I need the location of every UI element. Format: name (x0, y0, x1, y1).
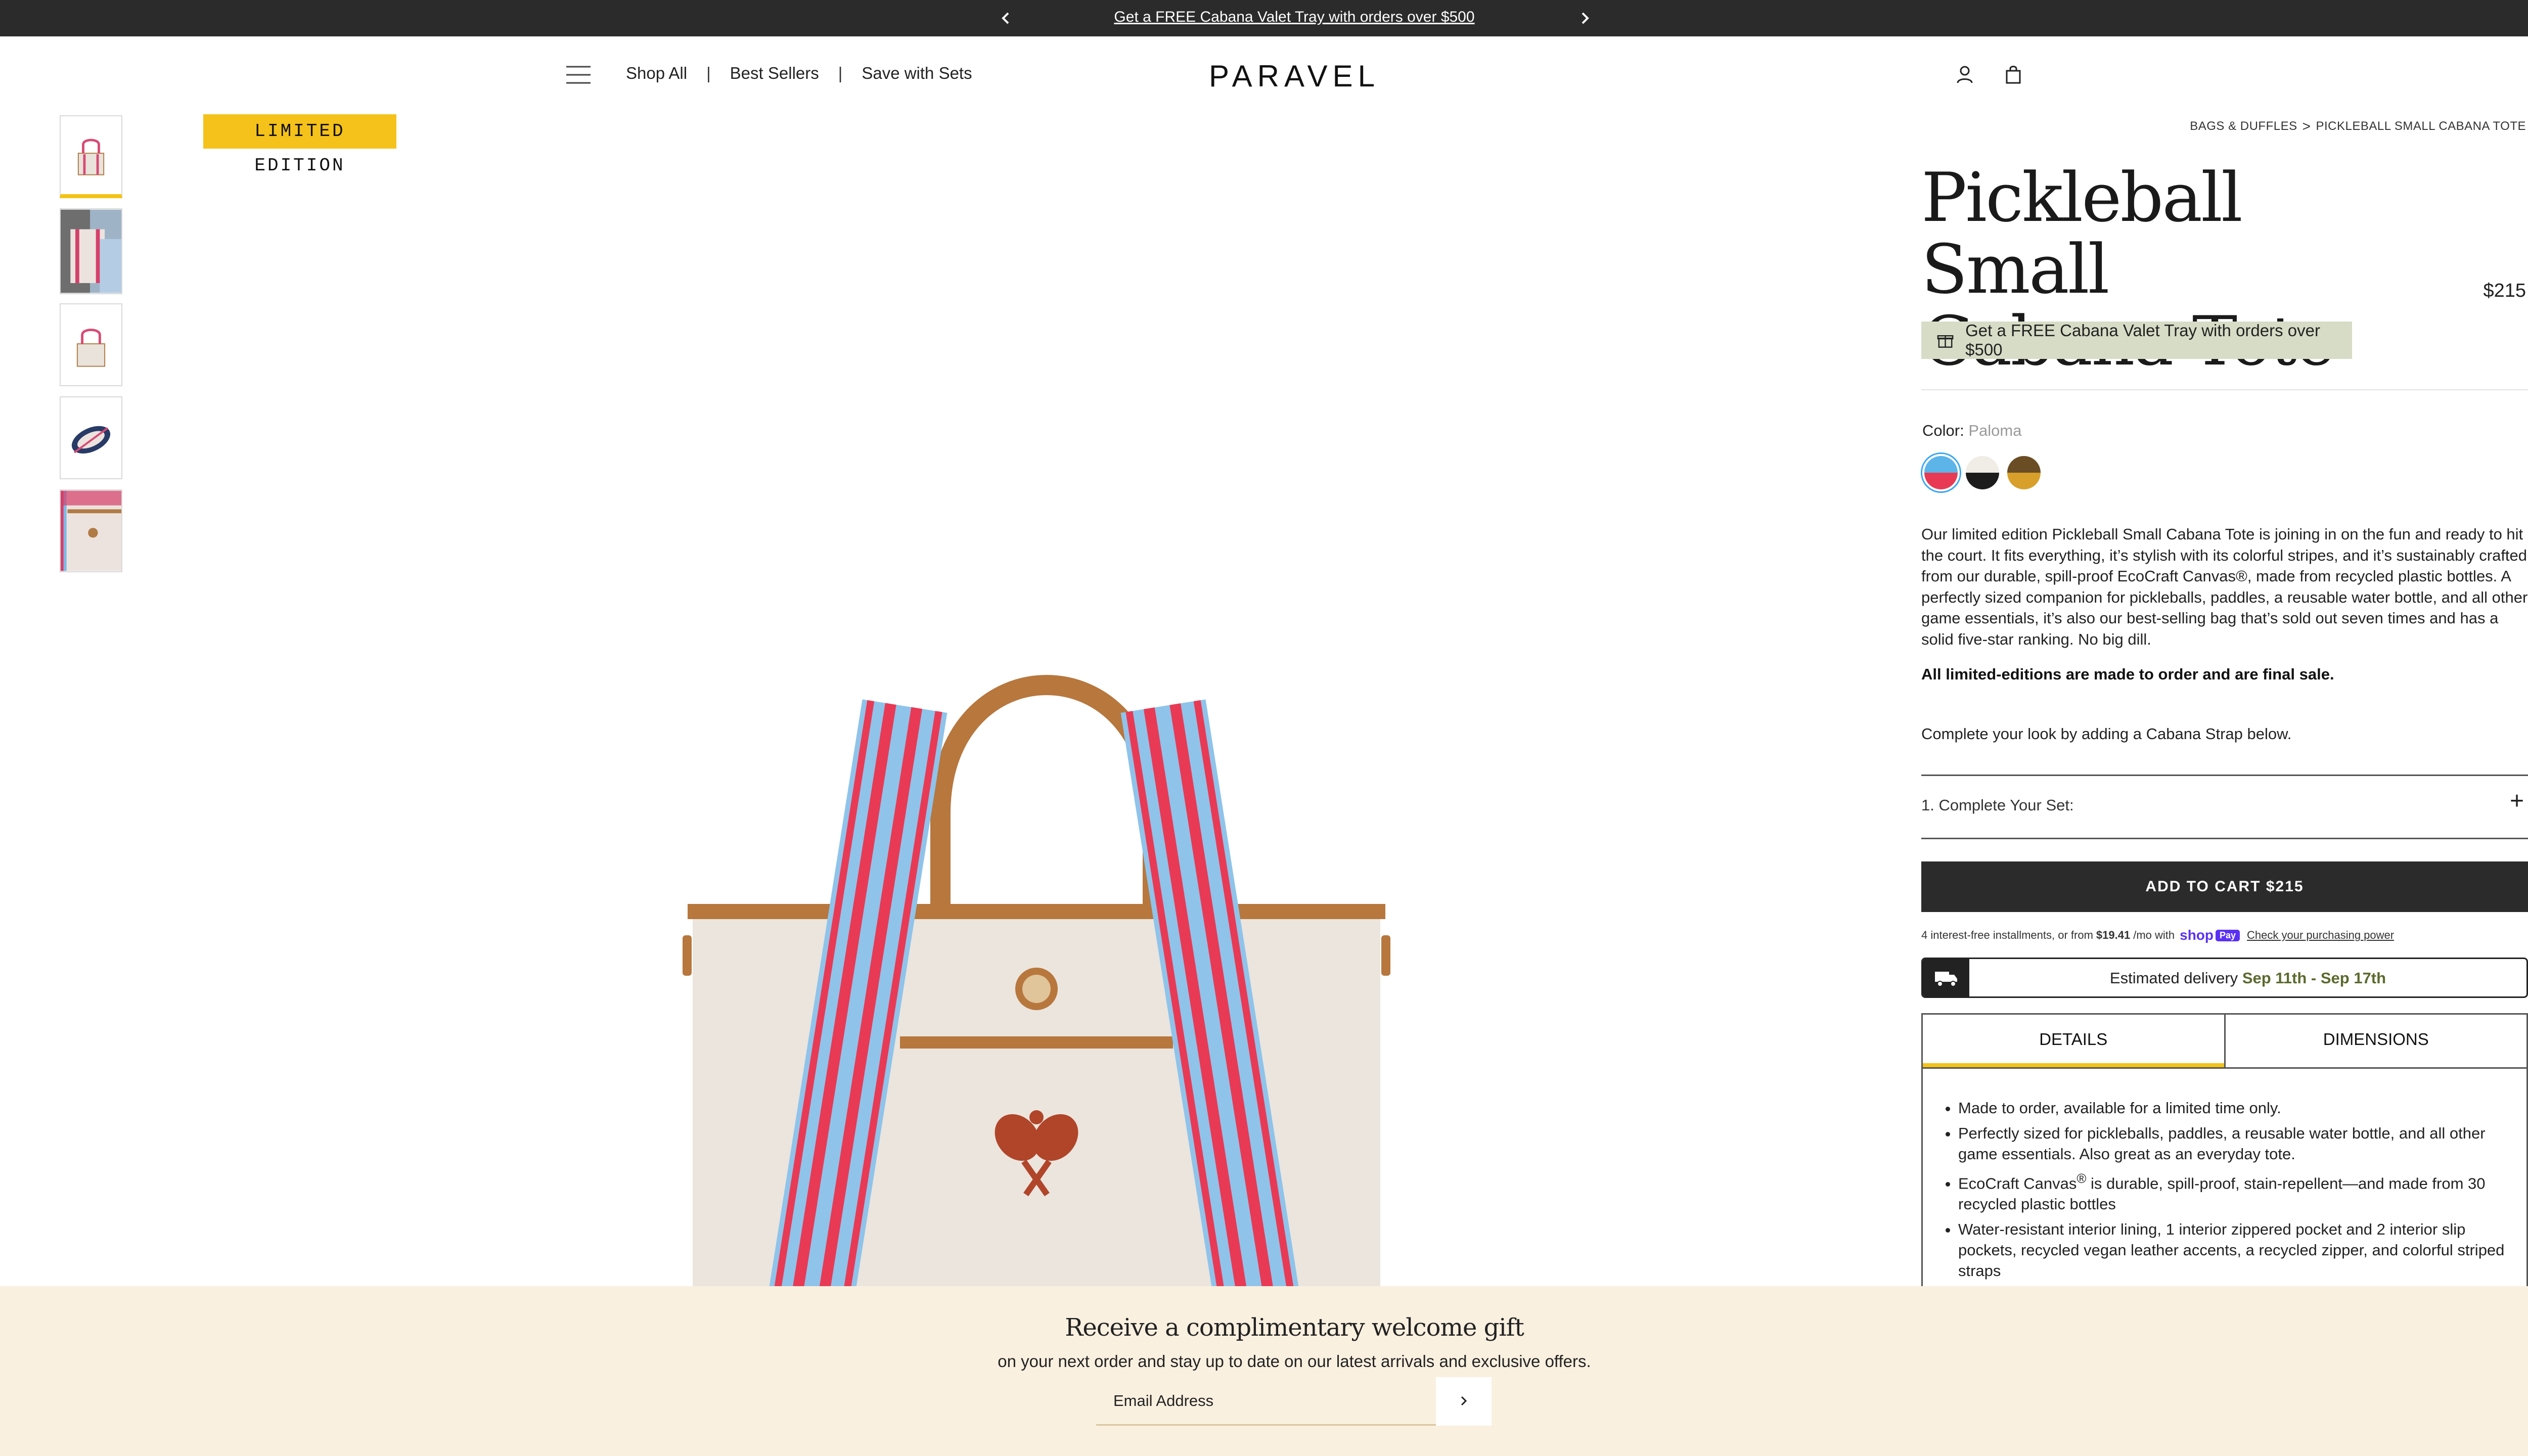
final-sale-notice: All limited-editions are made to order a… (1921, 665, 2334, 683)
thumbnail-2[interactable] (60, 208, 122, 294)
chevron-right-icon[interactable] (1572, 6, 1597, 30)
color-label-text: Color: (1922, 422, 1964, 439)
plus-icon[interactable]: + (2510, 789, 2524, 813)
promo-banner: Get a FREE Cabana Valet Tray with orders… (1921, 321, 2352, 359)
installments-amount: $19.41 (2096, 929, 2131, 941)
breadcrumb-current[interactable]: PICKLEBALL SMALL CABANA TOTE (2316, 119, 2526, 133)
details-item: EcoCraft Canvas® is durable, spill-proof… (1958, 1169, 2509, 1214)
product-title-line1: Pickleball Small (1921, 158, 2243, 309)
thumbnail-4[interactable] (60, 396, 122, 479)
color-swatch-3[interactable] (2007, 456, 2041, 489)
limited-edition-badge: LIMITED EDITION (203, 114, 396, 176)
chevron-right-icon (1461, 1396, 1467, 1405)
tote-detail-image (61, 490, 121, 571)
purchasing-power-link[interactable]: Check your purchasing power (2247, 929, 2394, 942)
details-item-text: EcoCraft Canvas (1958, 1174, 2077, 1193)
complete-look-text: Complete your look by adding a Cabana St… (1921, 725, 2292, 743)
product-description: Our limited edition Pickleball Small Cab… (1921, 525, 2528, 648)
email-input[interactable] (1096, 1377, 1436, 1426)
nav-best-sellers[interactable]: Best Sellers (730, 64, 819, 83)
product-price: $215 (2483, 280, 2526, 301)
product-tabs: DETAILS DIMENSIONS (1921, 1013, 2528, 1069)
details-item: Perfectly sized for pickleballs, paddles… (1958, 1123, 2509, 1164)
delivery-dates: Sep 11th - Sep 17th (2242, 969, 2386, 987)
newsletter-submit-button[interactable] (1436, 1377, 1492, 1426)
divider (1921, 389, 2528, 390)
complete-your-set-accordion[interactable]: 1. Complete Your Set: + (1921, 775, 2528, 839)
nav-separator: | (706, 64, 711, 82)
gift-icon (1937, 335, 1954, 348)
thumbnail-3[interactable] (60, 303, 122, 386)
main-nav: Shop All | Best Sellers | Save with Sets (626, 64, 972, 83)
tab-details[interactable]: DETAILS (1923, 1015, 2224, 1067)
tote-thumbnail-image (61, 117, 121, 194)
delivery-text: Estimated delivery Sep 11th - Sep 17th (1969, 969, 2526, 987)
announcement-bar: Get a FREE Cabana Valet Tray with orders… (0, 0, 2528, 36)
delivery-label: Estimated delivery (2109, 969, 2238, 987)
tab-dimensions[interactable]: DIMENSIONS (2224, 1015, 2527, 1067)
nav-save-with-sets[interactable]: Save with Sets (862, 64, 972, 83)
badge-label: LIMITED EDITION (254, 121, 345, 176)
truck-icon (1923, 959, 1969, 996)
account-icon[interactable] (1953, 63, 1977, 87)
tote-side-image (61, 304, 121, 385)
shop-pay-logo: shop Pay (2180, 927, 2240, 943)
shop-pay-text: shop (2180, 927, 2214, 943)
nav-separator: | (838, 64, 843, 82)
color-value: Paloma (1968, 422, 2022, 439)
breadcrumb-separator: > (2302, 118, 2311, 134)
main-product-image[interactable] (657, 622, 1416, 1360)
details-item: Water-resistant interior lining, 1 inter… (1958, 1219, 2509, 1281)
accordion-label: 1. Complete Your Set: (1921, 796, 2074, 814)
thumbnail-5[interactable] (60, 489, 122, 572)
announcement-link[interactable]: Get a FREE Cabana Valet Tray with orders… (0, 9, 2528, 26)
hamburger-menu-icon[interactable] (565, 65, 592, 85)
shop-pay-badge: Pay (2216, 929, 2240, 941)
details-panel: Made to order, available for a limited t… (1921, 1067, 2528, 1290)
tote-interior-image (61, 397, 121, 478)
breadcrumb: BAGS & DUFFLES > PICKLEBALL SMALL CABANA… (2190, 118, 2526, 134)
registered-mark: ® (2076, 1172, 2087, 1186)
details-item: Made to order, available for a limited t… (1958, 1098, 2509, 1118)
details-list: Made to order, available for a limited t… (1958, 1098, 2509, 1286)
breadcrumb-bags[interactable]: BAGS & DUFFLES (2190, 119, 2297, 133)
estimated-delivery: Estimated delivery Sep 11th - Sep 17th (1921, 958, 2528, 998)
installments-info: 4 interest-free installments, or from $1… (1921, 927, 2394, 943)
color-swatch-2[interactable] (1966, 456, 1999, 489)
add-to-cart-button[interactable]: ADD TO CART $215 (1921, 861, 2528, 912)
installments-prefix: 4 interest-free installments, or from (1921, 929, 2093, 941)
tote-in-hand-image (61, 209, 121, 293)
newsletter-subtitle: on your next order and stay up to date o… (998, 1352, 1591, 1371)
newsletter-title: Receive a complimentary welcome gift (1065, 1313, 1524, 1342)
shopping-bag-icon[interactable] (2001, 63, 2025, 87)
color-swatch-paloma[interactable] (1921, 452, 1961, 493)
newsletter-signup: Receive a complimentary welcome gift on … (0, 1286, 2528, 1456)
site-logo[interactable]: PARAVEL (1163, 59, 1426, 94)
nav-shop-all[interactable]: Shop All (626, 64, 687, 83)
promo-text: Get a FREE Cabana Valet Tray with orders… (1965, 321, 2320, 359)
thumbnail-1[interactable] (60, 115, 122, 198)
installments-suffix: /mo with (2133, 929, 2175, 941)
color-label: Color: Paloma (1922, 422, 2021, 440)
site-header: Shop All | Best Sellers | Save with Sets… (0, 36, 2528, 113)
